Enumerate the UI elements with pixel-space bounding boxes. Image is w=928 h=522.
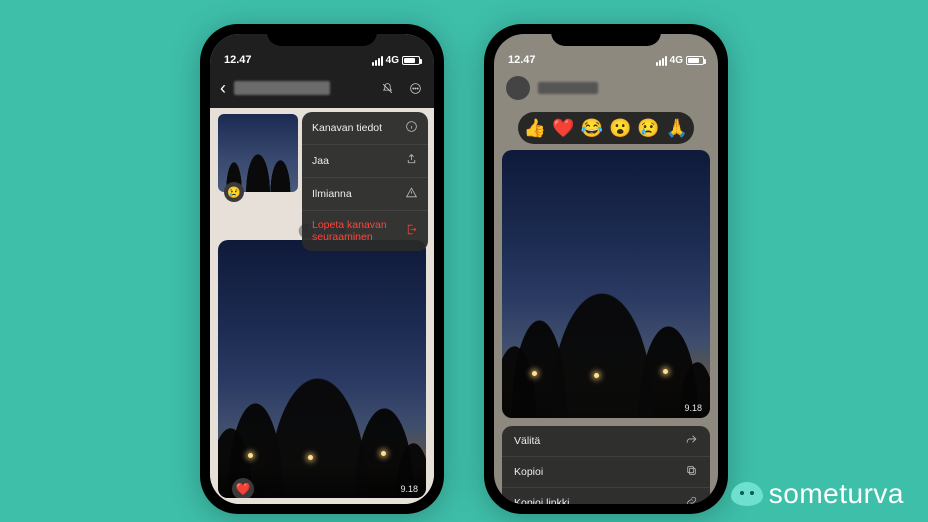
action-forward[interactable]: Välitä (502, 426, 710, 457)
thumbnail-message[interactable]: 😢 (218, 114, 298, 192)
reaction-thumbs-up[interactable]: 👍 (524, 118, 546, 139)
notch (267, 24, 377, 46)
message-time: 9.18 (684, 403, 702, 413)
brand-logo: someturva (731, 478, 904, 510)
status-right: 4G (656, 55, 704, 66)
reaction-sad[interactable]: 😢 (637, 118, 659, 139)
message-time: 9.18 (400, 484, 418, 494)
share-icon (404, 153, 418, 169)
thumbnail-reaction[interactable]: 😢 (224, 182, 244, 202)
menu-label: Kanavan tiedot (312, 122, 382, 134)
leave-icon (405, 223, 418, 239)
menu-item-info[interactable]: Kanavan tiedot (302, 112, 428, 145)
action-label: Välitä (514, 435, 540, 447)
chat-header (494, 68, 718, 108)
status-time: 12.47 (508, 54, 536, 66)
menu-label: Jaa (312, 155, 329, 167)
reaction-pray[interactable]: 🙏 (666, 118, 688, 139)
battery-icon (686, 56, 704, 65)
phone-left: 12.47 4G ‹ (200, 24, 444, 514)
battery-icon (402, 56, 420, 65)
copy-icon (684, 464, 698, 480)
chat-body: 👍 ❤️ 😂 😮 😢 🙏 9.18 Välitä (494, 108, 718, 504)
action-copy[interactable]: Kopioi (502, 457, 710, 488)
reaction-picker: 👍 ❤️ 😂 😮 😢 🙏 (518, 112, 694, 144)
menu-item-unfollow[interactable]: Lopeta kanavan seuraaminen (302, 211, 428, 251)
reaction-wow[interactable]: 😮 (609, 118, 631, 139)
back-button[interactable]: ‹ (220, 78, 226, 99)
action-label: Kopioi linkki (514, 497, 569, 504)
forward-icon (684, 433, 698, 449)
reaction-laugh[interactable]: 😂 (581, 118, 603, 139)
menu-item-share[interactable]: Jaa (302, 145, 428, 178)
message-image[interactable]: 9.18 (502, 150, 710, 418)
network-label: 4G (386, 55, 399, 66)
status-time: 12.47 (224, 54, 252, 66)
channel-title-blurred[interactable] (234, 81, 330, 95)
chat-header: ‹ (210, 68, 434, 108)
screen: 12.47 4G ‹ (210, 34, 434, 504)
channel-context-menu: Kanavan tiedot Jaa Ilmianna Lopeta kanav… (302, 112, 428, 251)
logo-face-icon (731, 482, 763, 506)
logo-text: someturva (769, 478, 904, 510)
signal-icon (372, 56, 383, 66)
screen: 12.47 4G 👍 ❤️ 😂 😮 😢 🙏 (494, 34, 718, 504)
message-reaction[interactable]: ❤️ (232, 478, 254, 498)
warn-icon (404, 186, 418, 202)
status-right: 4G (372, 55, 420, 66)
network-label: 4G (670, 55, 683, 66)
reaction-heart[interactable]: ❤️ (552, 118, 574, 139)
chat-body: 😢 Kanavan tiedot Jaa Ilmianna (210, 108, 434, 504)
action-label: Kopioi (514, 466, 543, 478)
menu-label: Lopeta kanavan seuraaminen (312, 219, 405, 243)
info-icon (404, 120, 418, 136)
message-action-sheet: Välitä Kopioi Kopioi linkki Ilmianna (502, 426, 710, 504)
menu-label: Ilmianna (312, 188, 352, 200)
mute-icon[interactable] (378, 79, 396, 97)
channel-avatar[interactable] (506, 76, 530, 100)
notch (551, 24, 661, 46)
signal-icon (656, 56, 667, 66)
channel-title-blurred[interactable] (538, 82, 598, 94)
message-image[interactable]: 9.18 ❤️ (218, 240, 426, 498)
thumbnail-image (218, 114, 298, 192)
action-copy-link[interactable]: Kopioi linkki (502, 488, 710, 504)
more-icon[interactable] (406, 79, 424, 97)
menu-item-report[interactable]: Ilmianna (302, 178, 428, 211)
phone-right: 12.47 4G 👍 ❤️ 😂 😮 😢 🙏 (484, 24, 728, 514)
link-icon (684, 495, 698, 504)
